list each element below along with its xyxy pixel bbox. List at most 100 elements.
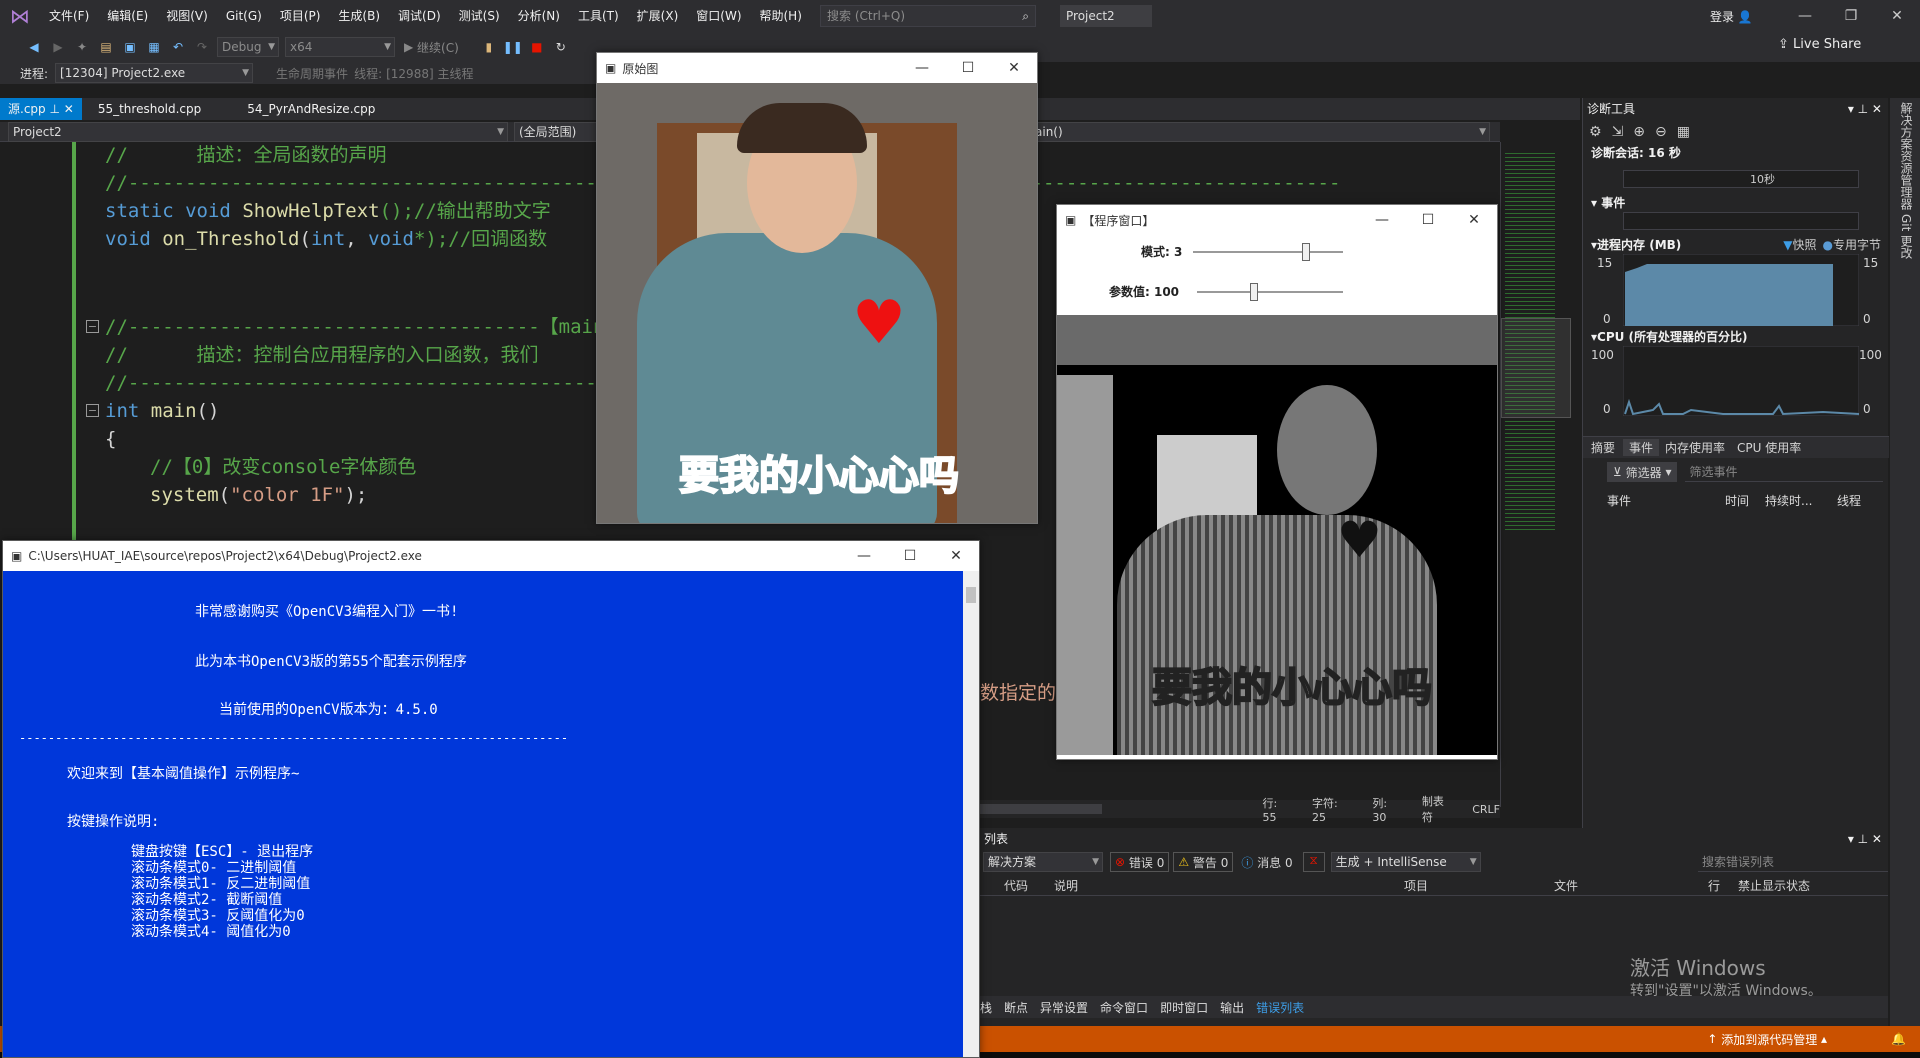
tab-events[interactable]: 事件 — [1623, 439, 1660, 456]
member-select[interactable]: ain() ▼ — [1030, 121, 1490, 142]
pin-icon[interactable]: ⊥ — [49, 102, 59, 116]
platform-select[interactable]: x64 ▼ — [285, 37, 395, 57]
visual-studio-logo-icon[interactable]: ⋈ — [0, 0, 40, 32]
back-icon[interactable]: ◀ — [24, 37, 44, 57]
minimize-button[interactable]: — — [841, 541, 887, 571]
stop-icon[interactable]: ■ — [527, 37, 547, 57]
events-header[interactable]: ▾ 事件 — [1591, 194, 1625, 211]
report-icon[interactable]: ▦ — [1677, 124, 1690, 140]
col-event[interactable]: 事件 — [1607, 492, 1725, 509]
error-search-input[interactable]: 搜索错误列表 — [1698, 852, 1888, 872]
break-all-icon[interactable]: ▮ — [479, 37, 499, 57]
tab-summary[interactable]: 摘要 — [1583, 439, 1623, 456]
zoom-in-icon[interactable]: ⊕ — [1633, 124, 1645, 140]
menu-help[interactable]: 帮助(H) — [751, 0, 811, 32]
col-description[interactable]: 说明 — [1054, 877, 1404, 894]
close-button[interactable]: ✕ — [991, 53, 1037, 83]
fold-toggle[interactable]: − — [86, 320, 99, 333]
restart-icon[interactable]: ↻ — [551, 37, 571, 57]
configuration-select[interactable]: Debug ▼ — [217, 37, 279, 57]
menu-extensions[interactable]: 扩展(X) — [628, 0, 688, 32]
continue-button[interactable]: ▶ 继续(C) — [404, 39, 459, 56]
search-input[interactable]: 搜索 (Ctrl+Q) ⌕ — [820, 5, 1036, 27]
zoom-out-icon[interactable]: ⊖ — [1655, 124, 1667, 140]
thread-value[interactable]: [12988] 主线程 — [386, 65, 473, 82]
project-scope-select[interactable]: Project2 ▼ — [8, 121, 508, 142]
save-all-icon[interactable]: ▦ — [144, 37, 164, 57]
process-select[interactable]: [12304] Project2.exe ▼ — [55, 63, 254, 83]
filter-button[interactable]: ⊻ 筛选器 ▾ — [1607, 462, 1678, 482]
tab-error-list[interactable]: 错误列表 — [1250, 999, 1310, 1016]
login-link[interactable]: 登录 👤 — [1710, 8, 1753, 25]
indent-mode[interactable]: 制表符 — [1422, 793, 1454, 825]
minimize-button[interactable]: — — [899, 53, 945, 83]
scroll-thumb[interactable] — [966, 587, 976, 603]
open-icon[interactable]: ▤ — [96, 37, 116, 57]
param-slider-thumb[interactable] — [1250, 283, 1259, 301]
tab-55-threshold[interactable]: 55_threshold.cpp — [90, 98, 209, 120]
tab-exception-settings[interactable]: 异常设置 — [1034, 999, 1094, 1016]
mode-slider-thumb[interactable] — [1301, 243, 1310, 261]
build-filter-icon[interactable]: ⧖ — [1302, 852, 1325, 872]
menu-build[interactable]: 生成(B) — [329, 0, 389, 32]
maximize-button[interactable]: ☐ — [1405, 205, 1451, 235]
warnings-filter-button[interactable]: ⚠ 警告 0 — [1173, 852, 1234, 872]
tab-memory-usage[interactable]: 内存使用率 — [1659, 439, 1731, 456]
mode-slider-track[interactable] — [1193, 251, 1343, 253]
minimap[interactable] — [1500, 142, 1572, 807]
menu-tools[interactable]: 工具(T) — [569, 0, 628, 32]
col-time[interactable]: 时间 — [1725, 492, 1765, 509]
menu-edit[interactable]: 编辑(E) — [98, 0, 157, 32]
redo-icon[interactable]: ↷ — [192, 37, 212, 57]
lifecycle-events[interactable]: 生命周期事件 — [276, 65, 348, 82]
forward-icon[interactable]: ▶ — [48, 37, 68, 57]
errors-filter-button[interactable]: ⊗ 错误 0 — [1110, 852, 1170, 872]
menu-git[interactable]: Git(G) — [217, 0, 271, 32]
maximize-button[interactable]: ☐ — [945, 53, 991, 83]
menu-analyze[interactable]: 分析(N) — [509, 0, 569, 32]
export-icon[interactable]: ⇲ — [1612, 124, 1624, 140]
scroll-thumb[interactable] — [980, 804, 1103, 814]
close-icon[interactable]: ✕ — [64, 102, 74, 116]
add-to-source-control-button[interactable]: ↑ 添加到源代码管理 ▴ — [1707, 1031, 1827, 1048]
close-button[interactable]: ✕ — [1874, 0, 1920, 32]
menu-test[interactable]: 测试(S) — [450, 0, 509, 32]
close-button[interactable]: ✕ — [933, 541, 979, 571]
build-source-select[interactable]: 生成 + IntelliSense ▼ — [1330, 852, 1481, 872]
solution-explorer-tab[interactable]: 解决方案资源管理器 — [1898, 102, 1915, 210]
minimap-viewport[interactable] — [1501, 318, 1571, 418]
tab-54-pyr[interactable]: 54_PyrAndResize.cpp — [239, 98, 383, 120]
git-changes-tab[interactable]: Git 更改 — [1898, 214, 1915, 259]
tab-source-cpp[interactable]: 源.cpp ⊥ ✕ — [0, 98, 82, 120]
program-titlebar[interactable]: ▣ 【程序窗口】 — ☐ ✕ — [1057, 205, 1497, 235]
minimize-button[interactable]: — — [1359, 205, 1405, 235]
console-titlebar[interactable]: ▣ C:\Users\HUAT_IAE\source\repos\Project… — [3, 541, 979, 571]
original-titlebar[interactable]: ▣ 原始图 — ☐ ✕ — [597, 53, 1037, 83]
program-window[interactable]: ▣ 【程序窗口】 — ☐ ✕ 模式: 3 参数值: 100 ♥ 要我的小心心吗 — [1056, 204, 1498, 760]
pause-icon[interactable]: ❚❚ — [503, 37, 523, 57]
new-item-icon[interactable]: ✦ — [72, 37, 92, 57]
tab-cpu-usage[interactable]: CPU 使用率 — [1731, 439, 1807, 456]
col-code[interactable]: 代码 — [1004, 877, 1054, 894]
param-slider-track[interactable] — [1197, 291, 1343, 293]
col-thread[interactable]: 线程 — [1837, 492, 1861, 509]
menu-debug[interactable]: 调试(D) — [389, 0, 450, 32]
col-project[interactable]: 项目 — [1404, 877, 1554, 894]
col-suppression[interactable]: 禁止显示状态 — [1738, 877, 1810, 894]
col-file[interactable]: 文件 — [1554, 877, 1708, 894]
messages-filter-button[interactable]: ⓘ 消息 0 — [1237, 852, 1296, 872]
undo-icon[interactable]: ↶ — [168, 37, 188, 57]
restore-button[interactable]: ❐ — [1828, 0, 1874, 32]
tab-output[interactable]: 输出 — [1214, 999, 1250, 1016]
save-icon[interactable]: ▣ — [120, 37, 140, 57]
settings-icon[interactable]: ⚙ — [1589, 124, 1602, 140]
tab-command-window[interactable]: 命令窗口 — [1094, 999, 1154, 1016]
menu-view[interactable]: 视图(V) — [157, 0, 217, 32]
console-scrollbar[interactable] — [963, 571, 979, 1057]
menu-project[interactable]: 项目(P) — [271, 0, 330, 32]
menu-window[interactable]: 窗口(W) — [687, 0, 750, 32]
fold-toggle[interactable]: − — [86, 404, 99, 417]
tab-breakpoints[interactable]: 断点 — [998, 999, 1034, 1016]
close-button[interactable]: ✕ — [1451, 205, 1497, 235]
cpu-header[interactable]: ▾ CPU (所有处理器的百分比) — [1591, 328, 1748, 345]
